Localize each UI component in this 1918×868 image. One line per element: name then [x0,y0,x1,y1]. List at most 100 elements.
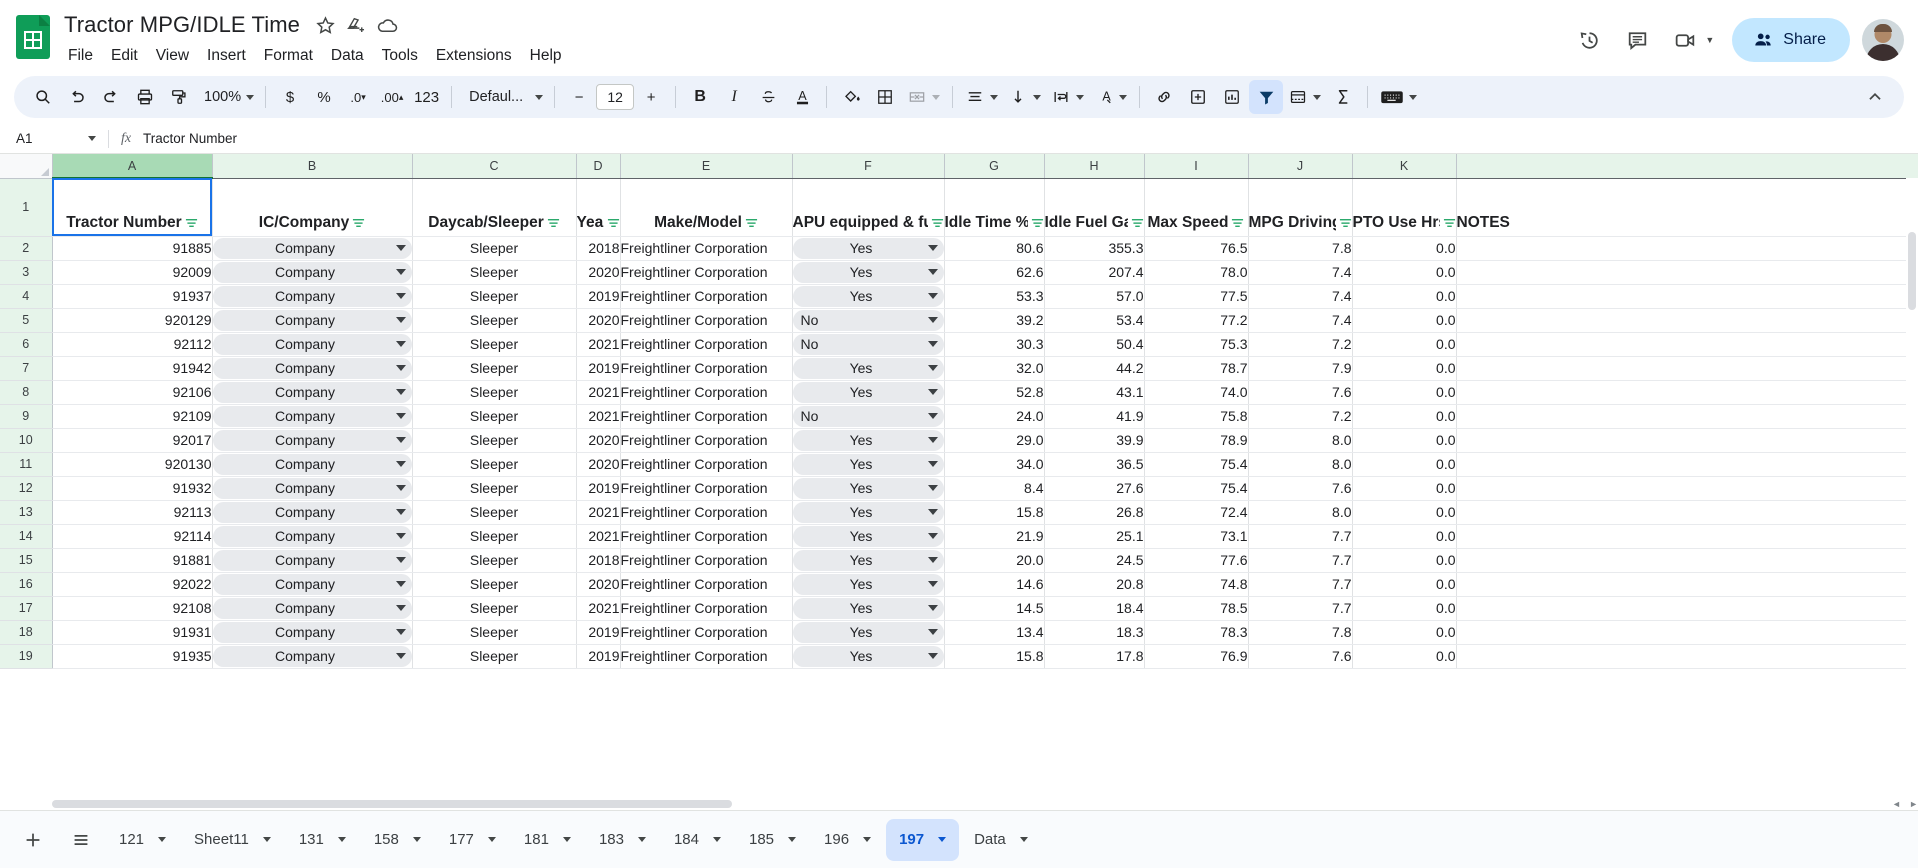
dropdown-chip[interactable]: Yes [792,597,943,619]
cell-apu-2[interactable]: Yes [792,236,945,261]
chevron-down-icon[interactable] [927,509,938,515]
cell-daycab-sleeper-16[interactable]: Sleeper [412,572,577,597]
cell-f1[interactable]: APU equipped & funcional? [792,178,945,237]
input-tools-icon[interactable] [1375,80,1422,114]
cell-max-speed-9[interactable]: 75.8 [1144,404,1249,429]
dropdown-chip[interactable]: Yes [792,381,943,403]
cell-mpg-14[interactable]: 7.7 [1248,524,1353,549]
cell-pto-18[interactable]: 0.0 [1352,620,1457,645]
functions-icon[interactable] [1326,80,1360,114]
cell-apu-17[interactable]: Yes [792,596,945,621]
cell-make-model-7[interactable]: Freightliner Corporation [620,356,793,381]
row-header-9[interactable]: 9 [0,404,53,429]
table-row[interactable]: 6 92112 Company Sleeper 2021 Freightliner Cor… [0,332,1918,357]
cell-max-speed-6[interactable]: 75.3 [1144,332,1249,357]
dropdown-chip[interactable]: Company [212,405,411,427]
cell-make-model-17[interactable]: Freightliner Corporation [620,596,793,621]
row-header-4[interactable]: 4 [0,284,53,309]
chevron-down-icon[interactable] [927,293,938,299]
cell-daycab-sleeper-14[interactable]: Sleeper [412,524,577,549]
cell-ic-company-13[interactable]: Company [212,500,413,525]
sheet-tab-197[interactable]: 197 [886,818,960,861]
cell-idle-fuel-3[interactable]: 207.4 [1044,260,1145,285]
add-sheet-icon[interactable] [10,817,56,863]
cell-pto-15[interactable]: 0.0 [1352,548,1457,573]
cell-notes-10[interactable] [1456,428,1918,453]
menu-edit[interactable]: Edit [102,45,147,67]
cell-ic-company-17[interactable]: Company [212,596,413,621]
cell-mpg-15[interactable]: 7.7 [1248,548,1353,573]
menu-format[interactable]: Format [255,45,322,67]
cell-year-13[interactable]: 2021 [576,500,621,525]
cell-notes-9[interactable] [1456,404,1918,429]
cell-ic-company-16[interactable]: Company [212,572,413,597]
cell-max-speed-18[interactable]: 78.3 [1144,620,1249,645]
cell-notes-8[interactable] [1456,380,1918,405]
cell-daycab-sleeper-10[interactable]: Sleeper [412,428,577,453]
cell-l1[interactable]: NOTES [1456,178,1918,237]
column-header-j[interactable]: J [1248,154,1353,179]
all-sheets-icon[interactable] [58,817,104,863]
cell-idle-pct-11[interactable]: 34.0 [944,452,1045,477]
chevron-down-icon[interactable] [927,365,938,371]
cell-year-19[interactable]: 2019 [576,644,621,669]
cell-notes-15[interactable] [1456,548,1918,573]
cell-idle-fuel-10[interactable]: 39.9 [1044,428,1145,453]
column-header-l[interactable] [1456,154,1918,179]
cell-idle-pct-16[interactable]: 14.6 [944,572,1045,597]
cell-tractor-number-4[interactable]: 91937 [52,284,213,309]
cell-daycab-sleeper-19[interactable]: Sleeper [412,644,577,669]
cell-year-5[interactable]: 2020 [576,308,621,333]
cell-apu-4[interactable]: Yes [792,284,945,309]
dropdown-chip[interactable]: Yes [792,525,943,547]
cell-year-3[interactable]: 2020 [576,260,621,285]
cell-idle-fuel-9[interactable]: 41.9 [1044,404,1145,429]
cell-make-model-5[interactable]: Freightliner Corporation [620,308,793,333]
cell-make-model-6[interactable]: Freightliner Corporation [620,332,793,357]
cell-g1[interactable]: Idle Time % [944,178,1045,237]
cell-idle-fuel-18[interactable]: 18.3 [1044,620,1145,645]
cell-year-6[interactable]: 2021 [576,332,621,357]
cell-pto-4[interactable]: 0.0 [1352,284,1457,309]
column-header-k[interactable]: K [1352,154,1457,179]
cell-ic-company-11[interactable]: Company [212,452,413,477]
cell-make-model-18[interactable]: Freightliner Corporation [620,620,793,645]
cell-mpg-4[interactable]: 7.4 [1248,284,1353,309]
column-header-b[interactable]: B [212,154,413,179]
text-wrap-icon[interactable] [1046,80,1089,114]
sheet-tab-data[interactable]: Data [961,819,1041,861]
cell-idle-fuel-17[interactable]: 18.4 [1044,596,1145,621]
cell-max-speed-13[interactable]: 72.4 [1144,500,1249,525]
increase-decimal-icon[interactable]: .00 ▴ [375,80,409,114]
cell-ic-company-6[interactable]: Company [212,332,413,357]
google-sheets-icon[interactable] [14,12,52,62]
cell-e1[interactable]: Make/Model [620,178,793,237]
cell-daycab-sleeper-4[interactable]: Sleeper [412,284,577,309]
cell-tractor-number-15[interactable]: 91881 [52,548,213,573]
cell-apu-15[interactable]: Yes [792,548,945,573]
chevron-down-icon[interactable] [927,437,938,443]
chevron-down-icon[interactable] [395,389,406,395]
cell-tractor-number-12[interactable]: 91932 [52,476,213,501]
cell-make-model-16[interactable]: Freightliner Corporation [620,572,793,597]
chevron-down-icon[interactable] [395,509,406,515]
cell-year-15[interactable]: 2018 [576,548,621,573]
cell-pto-17[interactable]: 0.0 [1352,596,1457,621]
cell-year-2[interactable]: 2018 [576,236,621,261]
font-family-selector[interactable]: Defaul... [459,89,547,105]
cell-max-speed-12[interactable]: 75.4 [1144,476,1249,501]
cell-notes-2[interactable] [1456,236,1918,261]
cell-idle-fuel-13[interactable]: 26.8 [1044,500,1145,525]
cell-max-speed-10[interactable]: 78.9 [1144,428,1249,453]
column-header-a[interactable]: A [52,154,213,179]
chevron-down-icon[interactable] [395,461,406,467]
cell-pto-11[interactable]: 0.0 [1352,452,1457,477]
menu-help[interactable]: Help [521,45,571,67]
dropdown-chip[interactable]: Company [212,549,411,571]
paint-format-icon[interactable] [162,80,196,114]
table-row[interactable]: 3 92009 Company Sleeper 2020 Freightliner Cor… [0,260,1918,285]
cell-tractor-number-16[interactable]: 92022 [52,572,213,597]
sheet-tab-chevron-down-icon[interactable] [637,837,646,842]
cell-daycab-sleeper-11[interactable]: Sleeper [412,452,577,477]
chevron-down-icon[interactable] [927,413,938,419]
